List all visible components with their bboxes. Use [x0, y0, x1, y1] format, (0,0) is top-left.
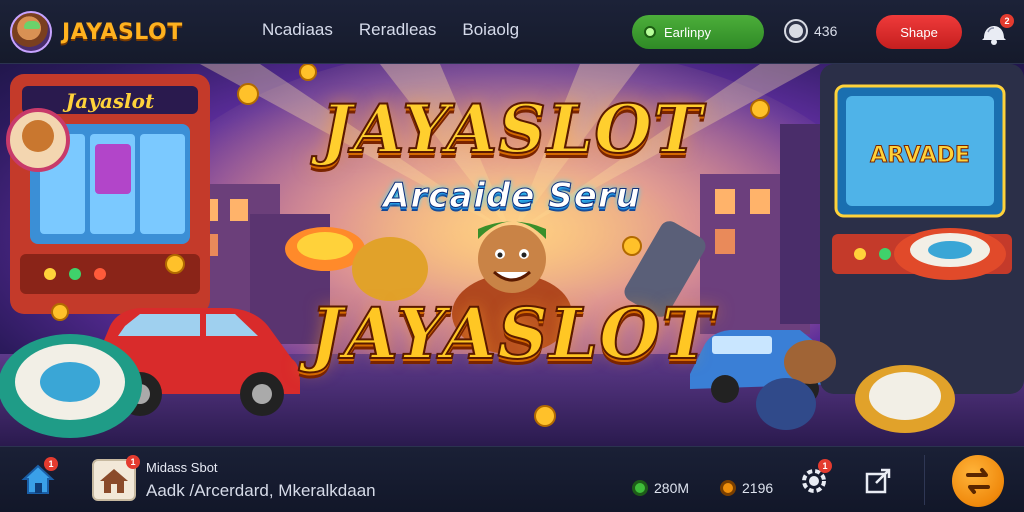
- stat-green: 280M: [632, 480, 689, 496]
- green-coin-icon: [632, 480, 648, 496]
- brand-name: JAYASLOT: [62, 19, 183, 45]
- nav-item-2[interactable]: Reradleas: [359, 20, 437, 40]
- top-bar: JAYASLOT Ncadiaas Reradleas Boiaolg Earl…: [0, 0, 1024, 64]
- nav-item-1[interactable]: Ncadiaas: [262, 20, 333, 40]
- main-nav: Ncadiaas Reradleas Boiaolg: [262, 20, 519, 40]
- stat-orange: 2196: [720, 480, 773, 496]
- app-window: JAYASLOT Ncadiaas Reradleas Boiaolg Earl…: [0, 0, 1024, 512]
- stat-orange-value: 2196: [742, 480, 774, 496]
- coin-count: 436: [814, 23, 838, 39]
- coin-balance: 436: [786, 21, 837, 41]
- game-thumbnail[interactable]: 1: [92, 455, 140, 501]
- bottom-bar: 1 1 Midass Sbot Aadk /Arcerdard, Mkeralk…: [0, 446, 1024, 512]
- home-badge: 1: [44, 457, 58, 471]
- avatar-icon[interactable]: [10, 11, 52, 53]
- status-dot-icon: [644, 26, 656, 38]
- thumb-badge: 1: [126, 455, 140, 469]
- settings-badge: 1: [818, 459, 832, 473]
- external-link-icon: [865, 468, 891, 494]
- nav-item-3[interactable]: Boiaolg: [462, 20, 519, 40]
- hero-title-top: JAYASLOT: [320, 89, 703, 169]
- hero-subtitle: Arcaide Seru: [383, 176, 641, 217]
- stat-green-value: 280M: [654, 480, 690, 496]
- hero-title-bottom: JAYASLOT: [309, 291, 715, 376]
- settings-button[interactable]: 1: [798, 459, 832, 497]
- hero-banner[interactable]: Jayaslot ARVADE JAYASLOT Arcaide Seru JA…: [0, 64, 1024, 446]
- swap-icon: [966, 468, 990, 494]
- status-label: Earlinpy: [664, 24, 711, 40]
- share-button[interactable]: Shape: [876, 15, 962, 49]
- swap-button[interactable]: [952, 455, 1004, 507]
- brand[interactable]: JAYASLOT: [10, 10, 183, 54]
- home-button[interactable]: 1: [20, 457, 58, 497]
- open-external-button[interactable]: [862, 465, 894, 497]
- status-button[interactable]: Earlinpy: [632, 15, 764, 49]
- coin-icon: [786, 21, 806, 41]
- game-title: Midass Sbot: [146, 460, 218, 475]
- orange-coin-icon: [720, 480, 736, 496]
- notification-button[interactable]: 2: [980, 14, 1014, 46]
- game-subtitle: Aadk /Arcerdard, Mkeralkdaan: [146, 481, 376, 500]
- bottom-divider: [924, 455, 925, 505]
- bell-badge: 2: [1000, 14, 1014, 28]
